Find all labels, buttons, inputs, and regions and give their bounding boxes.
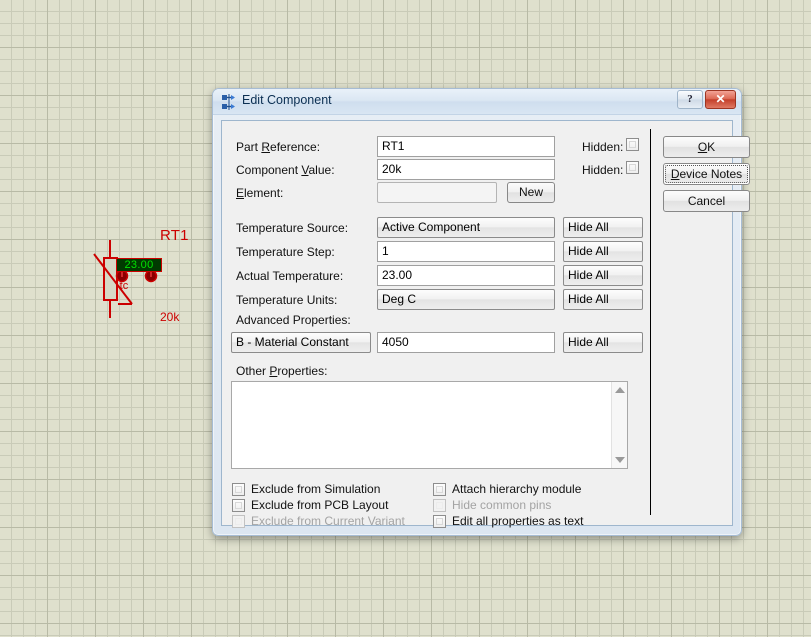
hide-common-pins-checkbox: [433, 499, 446, 512]
advanced-property-dropdown[interactable]: B - Material Constant: [231, 332, 371, 353]
temperature-units-dropdown[interactable]: Deg C: [377, 289, 555, 310]
part-reference-input[interactable]: RT1: [377, 136, 555, 157]
exclude-from-simulation-label: Exclude from Simulation: [251, 482, 381, 496]
temperature-display: 23.00: [116, 258, 162, 272]
actual-temperature-input[interactable]: 23.00: [377, 265, 555, 286]
temperature-source-dropdown[interactable]: Active Component: [377, 217, 555, 238]
part-reference-label: Part Reference:: [236, 140, 321, 154]
help-button[interactable]: ?: [677, 90, 703, 109]
scroll-down-arrow-icon[interactable]: [615, 457, 625, 463]
panel-divider: [650, 129, 651, 515]
cancel-button[interactable]: Cancel: [663, 190, 750, 212]
temperature-step-label: Temperature Step:: [236, 245, 335, 259]
part-reference-hidden-label: Hidden:: [582, 140, 624, 154]
new-element-button[interactable]: New: [507, 182, 555, 203]
temperature-source-label: Temperature Source:: [236, 221, 349, 235]
actual-temperature-label: Actual Temperature:: [236, 269, 344, 283]
ok-button[interactable]: OK: [663, 136, 750, 158]
component-value-input[interactable]: 20k: [377, 159, 555, 180]
component-value-label: Component Value:: [236, 163, 335, 177]
component-icon: [222, 94, 235, 110]
scroll-up-arrow-icon[interactable]: [615, 387, 625, 393]
edit-all-properties-as-text-label: Edit all properties as text: [452, 514, 584, 528]
temperature-step-visibility-dropdown[interactable]: Hide All: [563, 241, 643, 262]
other-properties-scrollbar[interactable]: [611, 382, 627, 468]
dialog-titlebar[interactable]: Edit Component ? ✕: [213, 89, 741, 115]
edit-all-properties-as-text-checkbox[interactable]: [433, 515, 446, 528]
thermistor-component[interactable]: RT1 20k 23.00 -tc: [88, 222, 218, 337]
close-button[interactable]: ✕: [705, 90, 736, 109]
edit-component-dialog: Edit Component ? ✕ Part Reference: RT1 H…: [212, 88, 750, 536]
temperature-units-visibility-dropdown[interactable]: Hide All: [563, 289, 643, 310]
part-reference-hidden-checkbox[interactable]: [626, 138, 639, 151]
exclude-from-pcb-layout-label: Exclude from PCB Layout: [251, 498, 389, 512]
tc-label: -tc: [116, 280, 129, 292]
element-dropdown[interactable]: [377, 182, 497, 203]
hide-common-pins-label: Hide common pins: [452, 498, 552, 512]
exclude-from-pcb-layout-checkbox[interactable]: [232, 499, 245, 512]
exclude-from-simulation-checkbox[interactable]: [232, 483, 245, 496]
temperature-units-label: Temperature Units:: [236, 293, 338, 307]
device-notes-button-label: Device Notes: [670, 167, 743, 181]
temperature-step-input[interactable]: 1: [377, 241, 555, 262]
attach-hierarchy-module-checkbox[interactable]: [433, 483, 446, 496]
actual-temperature-visibility-dropdown[interactable]: Hide All: [563, 265, 643, 286]
advanced-property-value-input[interactable]: 4050: [377, 332, 555, 353]
advanced-property-visibility-dropdown[interactable]: Hide All: [563, 332, 643, 353]
device-notes-button[interactable]: Device Notes: [663, 163, 750, 185]
exclude-from-current-variant-checkbox: [232, 515, 245, 528]
ok-button-label: OK: [697, 140, 716, 154]
dialog-title: Edit Component: [242, 93, 332, 107]
component-value-hidden-checkbox[interactable]: [626, 161, 639, 174]
dialog-body: Part Reference: RT1 Hidden: Component Va…: [221, 120, 750, 528]
other-properties-textarea[interactable]: [231, 381, 628, 469]
advanced-properties-label: Advanced Properties:: [236, 313, 351, 327]
temperature-source-visibility-dropdown[interactable]: Hide All: [563, 217, 643, 238]
element-label: Element:: [236, 186, 284, 200]
other-properties-label: Other Properties:: [236, 364, 328, 378]
component-value-hidden-label: Hidden:: [582, 163, 624, 177]
thermistor-symbol: [93, 240, 158, 318]
exclude-from-current-variant-label: Exclude from Current Variant: [251, 514, 405, 528]
attach-hierarchy-module-label: Attach hierarchy module: [452, 482, 582, 496]
